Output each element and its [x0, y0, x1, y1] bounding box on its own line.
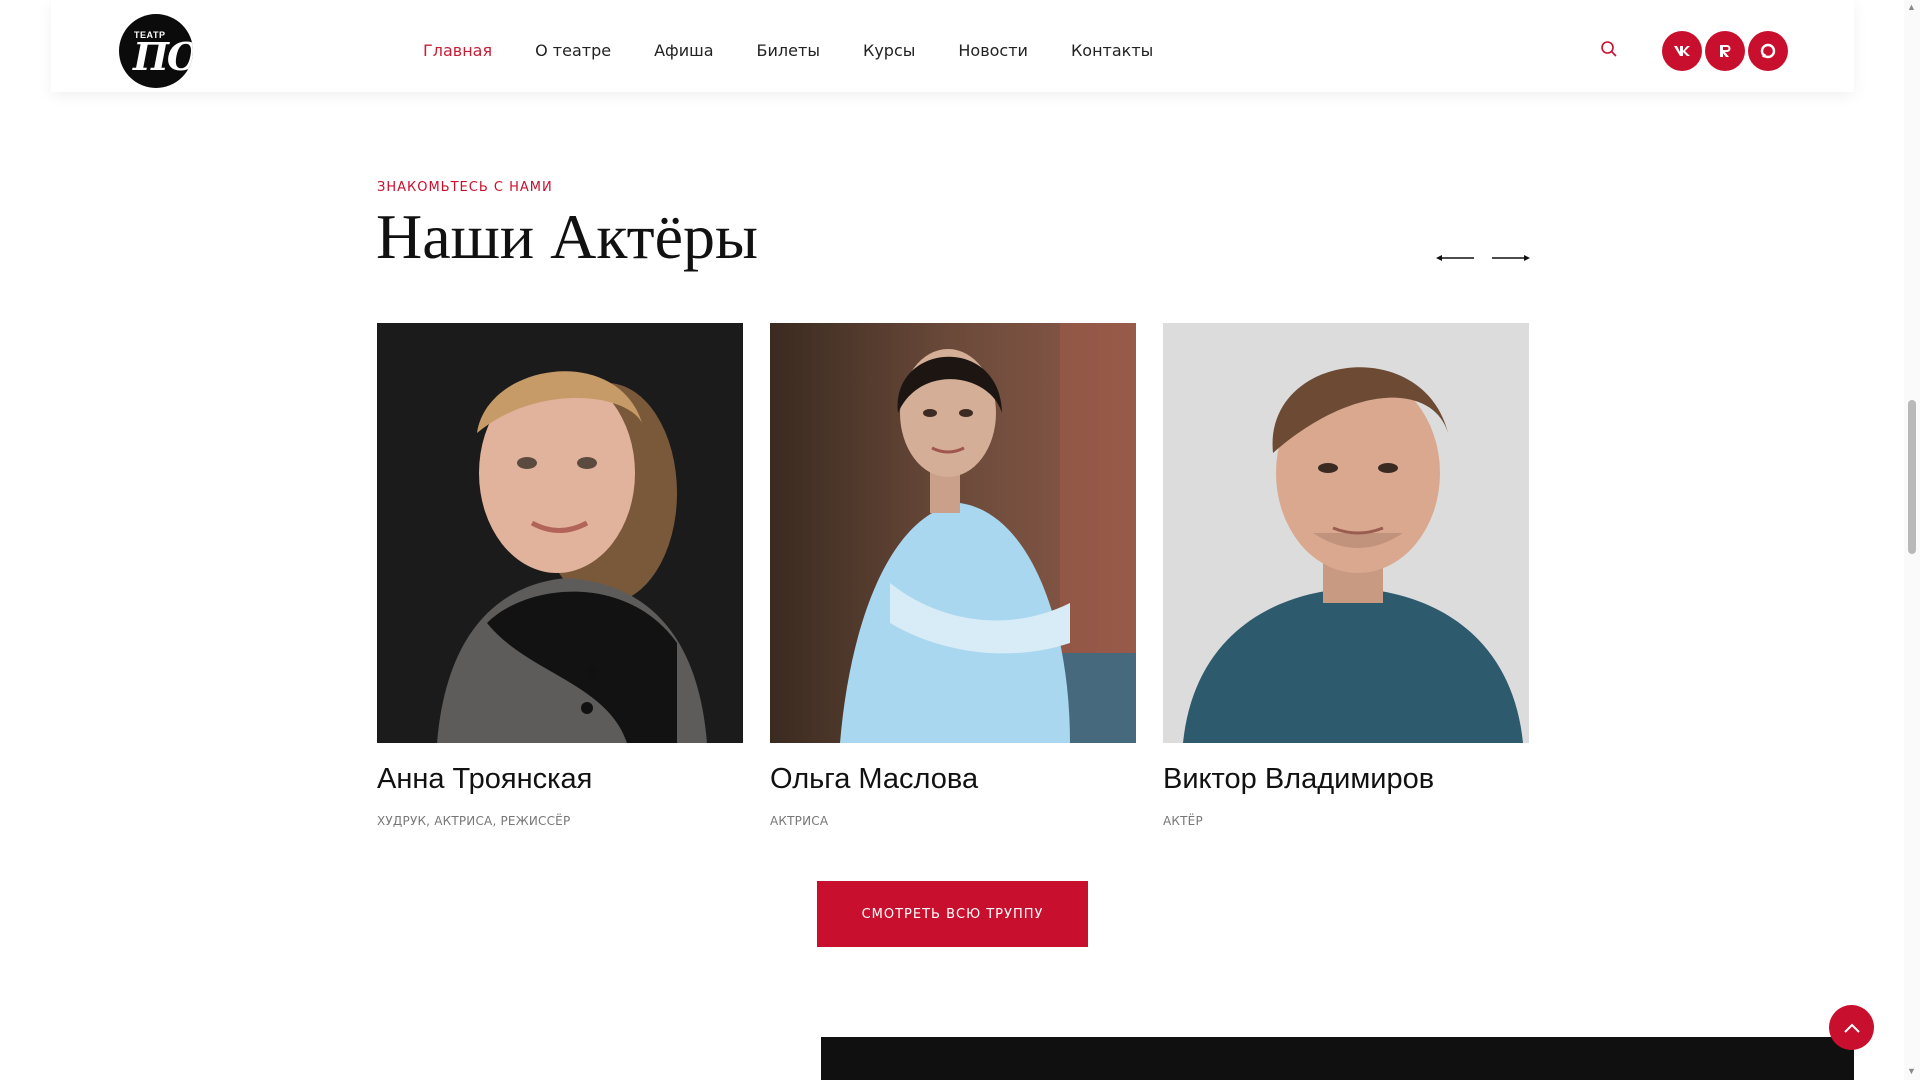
actor-name[interactable]: Анна Троянская: [377, 763, 743, 796]
scroll-up-arrow-icon[interactable]: ▲: [1907, 2, 1916, 12]
actor-card[interactable]: Анна Троянская ХУДРУК, АКТРИСА, РЕЖИССЁР: [377, 323, 743, 828]
actors-carousel: Анна Троянская ХУДРУК, АКТРИСА, РЕЖИССЁР: [377, 323, 1556, 828]
actor-photo[interactable]: [377, 323, 743, 743]
scroll-down-arrow-icon[interactable]: ▼: [1907, 1066, 1916, 1076]
social-links: [1662, 31, 1791, 71]
nav-item-home[interactable]: Главная: [423, 41, 492, 60]
nav-item-playbill[interactable]: Афиша: [654, 41, 713, 60]
actor-name[interactable]: Ольга Маслова: [770, 763, 1136, 796]
actor-role: АКТЁР: [1163, 814, 1203, 828]
site-header: ТЕАТР ПО Главная О театре Афиша Билеты К…: [51, 0, 1854, 92]
arrow-left-icon[interactable]: [1436, 246, 1476, 270]
theatre-logo[interactable]: ТЕАТР ПО: [119, 14, 193, 88]
nav-item-tickets[interactable]: Билеты: [757, 41, 820, 60]
actor-photo[interactable]: [1163, 323, 1529, 743]
chevron-up-icon: [1843, 1023, 1860, 1033]
search-icon[interactable]: [1600, 40, 1618, 58]
rutube-icon[interactable]: [1705, 31, 1745, 71]
actor-photo[interactable]: [770, 323, 1136, 743]
next-section-block: [821, 1037, 1854, 1080]
carousel-controls: [1436, 246, 1544, 270]
logo-big-text: ПО: [133, 34, 193, 79]
section-title: Наши Актёры: [376, 201, 758, 272]
arrow-right-icon[interactable]: [1490, 246, 1530, 270]
scroll-to-top-button[interactable]: [1829, 1005, 1874, 1050]
nav-item-news[interactable]: Новости: [958, 41, 1028, 60]
actor-role: ХУДРУК, АКТРИСА, РЕЖИССЁР: [377, 814, 571, 828]
section-eyebrow: ЗНАКОМЬТЕСЬ С НАМИ: [377, 180, 553, 195]
view-troupe-button[interactable]: СМОТРЕТЬ ВСЮ ТРУППУ: [817, 881, 1088, 947]
nav-item-about[interactable]: О театре: [535, 41, 611, 60]
nav-item-courses[interactable]: Курсы: [863, 41, 915, 60]
actor-card[interactable]: Виктор Владимиров АКТЁР: [1163, 323, 1529, 828]
scrollbar-thumb[interactable]: [1908, 400, 1916, 554]
actor-card[interactable]: Ольга Маслова АКТРИСА: [770, 323, 1136, 828]
chat-icon[interactable]: [1748, 31, 1788, 71]
nav-item-contacts[interactable]: Контакты: [1071, 41, 1153, 60]
actor-role: АКТРИСА: [770, 814, 829, 828]
actor-name[interactable]: Виктор Владимиров: [1163, 763, 1529, 796]
main-nav: Главная О театре Афиша Билеты Курсы Ново…: [423, 0, 1196, 100]
vk-icon[interactable]: [1662, 31, 1702, 71]
